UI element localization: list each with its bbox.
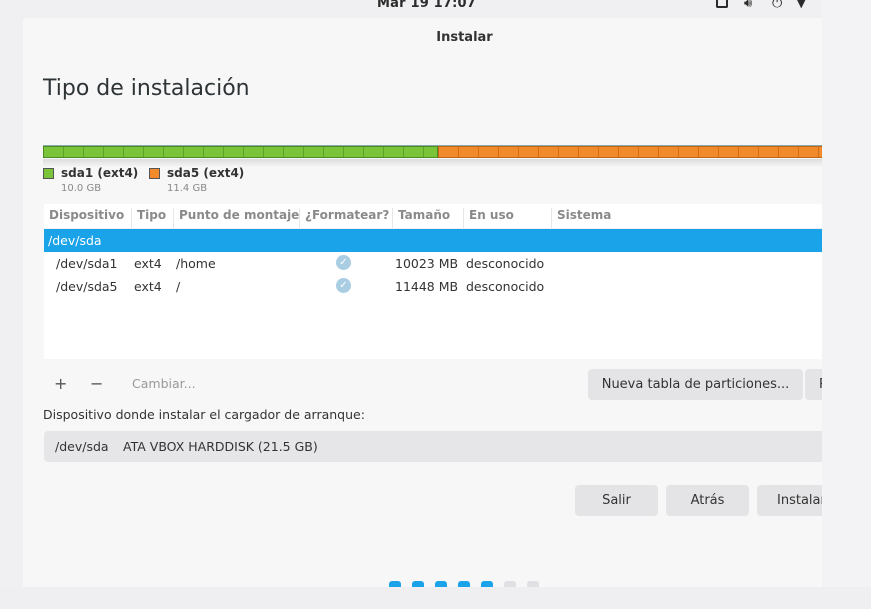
column-header-system[interactable]: Sistema [551, 208, 822, 228]
column-header-format[interactable]: ¿Formatear? [299, 208, 392, 228]
legend-name: sda5 (ext4) [167, 166, 245, 180]
table-row-disk[interactable]: /dev/sda [44, 229, 822, 252]
clock[interactable]: Mar 19 17:07 [377, 0, 476, 11]
partition-segment-sda1 [43, 146, 438, 158]
back-button[interactable]: Atrás [666, 485, 749, 516]
column-header-used[interactable]: En uso [463, 208, 551, 228]
column-header-size[interactable]: Tamaño [392, 208, 463, 228]
legend-size: 11.4 GB [167, 183, 208, 194]
cell-device: /dev/sda1 [56, 256, 118, 271]
format-check-icon[interactable]: ✓ [336, 255, 351, 270]
table-header: Dispositivo Tipo Punto de montaje ¿Forma… [44, 204, 822, 229]
desktop-background [822, 0, 871, 609]
desktop-background [0, 587, 871, 609]
cell-size: 11448 MB [395, 279, 459, 294]
legend-swatch [149, 168, 160, 179]
partition-segment-sda5 [437, 146, 822, 158]
revert-button[interactable]: R [805, 369, 822, 400]
change-partition-button[interactable]: Cambiar... [132, 376, 196, 391]
format-check-icon[interactable]: ✓ [336, 278, 351, 293]
cell-type: ext4 [134, 279, 162, 294]
cell-size: 10023 MB [395, 256, 459, 271]
legend-swatch [43, 168, 54, 179]
bootloader-description: ATA VBOX HARDDISK (21.5 GB) [123, 439, 318, 454]
step-dot-complete [389, 581, 401, 587]
page-title: Tipo de instalación [43, 76, 250, 101]
table-row[interactable]: /dev/sda5 ext4 / ✓ 11448 MB desconocido [44, 275, 822, 298]
window-icon[interactable] [716, 0, 728, 8]
legend-size: 10.0 GB [61, 183, 102, 194]
step-dot-complete [412, 581, 424, 587]
column-header-device[interactable]: Dispositivo [44, 208, 132, 228]
step-dot-complete [481, 581, 493, 587]
cell-used: desconocido [466, 279, 545, 294]
remove-partition-button[interactable]: − [90, 374, 103, 393]
legend-name: sda1 (ext4) [61, 166, 139, 180]
cell-used: desconocido [466, 256, 545, 271]
step-dot-complete [435, 581, 447, 587]
cell-mount: /home [176, 256, 216, 271]
install-button[interactable]: Instalar [757, 485, 822, 516]
step-dot-pending [504, 581, 516, 587]
bootloader-device: /dev/sda [55, 439, 109, 454]
bootloader-device-select[interactable]: /dev/sda ATA VBOX HARDDISK (21.5 GB) [44, 431, 822, 462]
column-header-mount[interactable]: Punto de montaje [173, 208, 299, 228]
cell-mount: / [176, 279, 181, 294]
quit-button[interactable]: Salir [575, 485, 658, 516]
disk-usage-bar [43, 145, 822, 160]
table-row[interactable]: /dev/sda1 ext4 /home ✓ 10023 MB desconoc… [44, 252, 822, 275]
caret-down-icon[interactable]: ▼ [797, 0, 805, 11]
bootloader-label: Dispositivo donde instalar el cargador d… [43, 407, 365, 422]
step-dot-complete [458, 581, 470, 587]
disk-bar-reflection [43, 159, 822, 167]
cell-type: ext4 [134, 256, 162, 271]
installer-window: Instalar Tipo de instalación sda1 (ext4)… [23, 18, 822, 587]
step-dot-pending [527, 581, 539, 587]
add-partition-button[interactable]: + [54, 374, 67, 393]
volume-icon[interactable]: 🔊︎ [744, 0, 752, 11]
top-bar: Mar 19 17:07 🔊︎ ⏻ ▼ [0, 0, 871, 12]
power-icon[interactable]: ⏻ [772, 0, 782, 11]
disk-device: /dev/sda [48, 233, 102, 248]
column-header-type[interactable]: Tipo [131, 208, 173, 228]
new-partition-table-button[interactable]: Nueva tabla de particiones... [588, 369, 803, 400]
partition-table: Dispositivo Tipo Punto de montaje ¿Forma… [44, 204, 822, 359]
cell-device: /dev/sda5 [56, 279, 118, 294]
window-title: Instalar [436, 30, 493, 45]
